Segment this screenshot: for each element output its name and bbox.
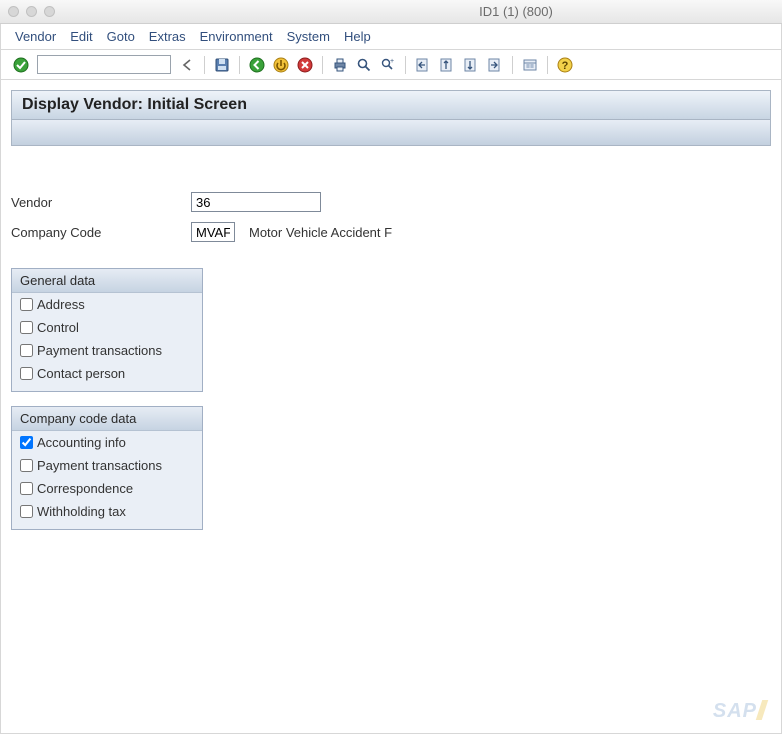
next-page-icon[interactable]: [461, 55, 481, 75]
separator-icon: [239, 56, 240, 74]
menu-bar: Vendor Edit Goto Extras Environment Syst…: [1, 24, 781, 50]
checkbox-control-label: Control: [37, 320, 79, 335]
label-company-code: Company Code: [11, 225, 191, 240]
group-general-title: General data: [12, 269, 202, 293]
checkbox-control[interactable]: Control: [12, 316, 202, 339]
group-company-code-title: Company code data: [12, 407, 202, 431]
checkbox-contact-person-box[interactable]: [20, 367, 33, 380]
menu-edit[interactable]: Edit: [70, 29, 92, 44]
menu-help[interactable]: Help: [344, 29, 371, 44]
checkbox-accounting-info-box[interactable]: [20, 436, 33, 449]
enter-icon[interactable]: [11, 55, 31, 75]
checkbox-contact-person-label: Contact person: [37, 366, 125, 381]
checkbox-withholding-tax[interactable]: Withholding tax: [12, 500, 202, 523]
content-area: Vendor Company Code Motor Vehicle Accide…: [11, 152, 771, 530]
input-company-code[interactable]: [191, 222, 235, 242]
separator-icon: [405, 56, 406, 74]
group-general-data: General data Address Control Payment tra…: [11, 268, 203, 392]
new-session-icon[interactable]: [520, 55, 540, 75]
checkbox-control-box[interactable]: [20, 321, 33, 334]
prev-page-icon[interactable]: [437, 55, 457, 75]
separator-icon: [547, 56, 548, 74]
row-company-code: Company Code Motor Vehicle Accident F: [11, 222, 771, 242]
checkbox-address-box[interactable]: [20, 298, 33, 311]
find-icon[interactable]: [354, 55, 374, 75]
separator-icon: [204, 56, 205, 74]
checkbox-contact-person[interactable]: Contact person: [12, 362, 202, 385]
checkbox-payment-transactions-general-box[interactable]: [20, 344, 33, 357]
company-code-description: Motor Vehicle Accident F: [249, 225, 392, 240]
last-page-icon[interactable]: [485, 55, 505, 75]
checkbox-accounting-info-label: Accounting info: [37, 435, 126, 450]
checkbox-address[interactable]: Address: [12, 293, 202, 316]
standard-toolbar: + ?: [1, 50, 781, 80]
input-vendor[interactable]: [191, 192, 321, 212]
separator-icon: [512, 56, 513, 74]
svg-text:+: +: [390, 58, 394, 65]
sap-slash-icon: [756, 700, 768, 720]
separator-icon: [322, 56, 323, 74]
checkbox-correspondence-label: Correspondence: [37, 481, 133, 496]
menu-goto[interactable]: Goto: [107, 29, 135, 44]
menu-vendor[interactable]: Vendor: [15, 29, 56, 44]
row-vendor: Vendor: [11, 192, 771, 212]
checkbox-payment-transactions-general[interactable]: Payment transactions: [12, 339, 202, 362]
application-toolbar: [11, 120, 771, 146]
checkbox-payment-transactions-cc-box[interactable]: [20, 459, 33, 472]
checkbox-accounting-info[interactable]: Accounting info: [12, 431, 202, 454]
sap-logo-text: SAP: [713, 700, 757, 722]
group-company-code-data: Company code data Accounting info Paymen…: [11, 406, 203, 530]
sap-logo: SAP: [713, 700, 765, 723]
checkbox-correspondence-box[interactable]: [20, 482, 33, 495]
window-title: ID1 (1) (800): [0, 4, 782, 19]
back-icon[interactable]: [247, 55, 267, 75]
checkbox-withholding-tax-box[interactable]: [20, 505, 33, 518]
find-next-icon[interactable]: +: [378, 55, 398, 75]
menu-extras[interactable]: Extras: [149, 29, 186, 44]
window-titlebar: ID1 (1) (800): [0, 0, 782, 24]
checkbox-payment-transactions-cc-label: Payment transactions: [37, 458, 162, 473]
svg-text:?: ?: [562, 60, 569, 72]
checkbox-payment-transactions-cc[interactable]: Payment transactions: [12, 454, 202, 477]
save-icon[interactable]: [212, 55, 232, 75]
command-field[interactable]: [37, 55, 171, 74]
help-icon[interactable]: ?: [555, 55, 575, 75]
menu-system[interactable]: System: [287, 29, 330, 44]
checkbox-address-label: Address: [37, 297, 85, 312]
screen-title: Display Vendor: Initial Screen: [11, 90, 771, 120]
first-page-icon[interactable]: [413, 55, 433, 75]
cancel-icon[interactable]: [295, 55, 315, 75]
checkbox-payment-transactions-general-label: Payment transactions: [37, 343, 162, 358]
print-icon[interactable]: [330, 55, 350, 75]
menu-environment[interactable]: Environment: [200, 29, 273, 44]
history-icon[interactable]: [177, 55, 197, 75]
label-vendor: Vendor: [11, 195, 191, 210]
exit-icon[interactable]: [271, 55, 291, 75]
checkbox-withholding-tax-label: Withholding tax: [37, 504, 126, 519]
checkbox-correspondence[interactable]: Correspondence: [12, 477, 202, 500]
